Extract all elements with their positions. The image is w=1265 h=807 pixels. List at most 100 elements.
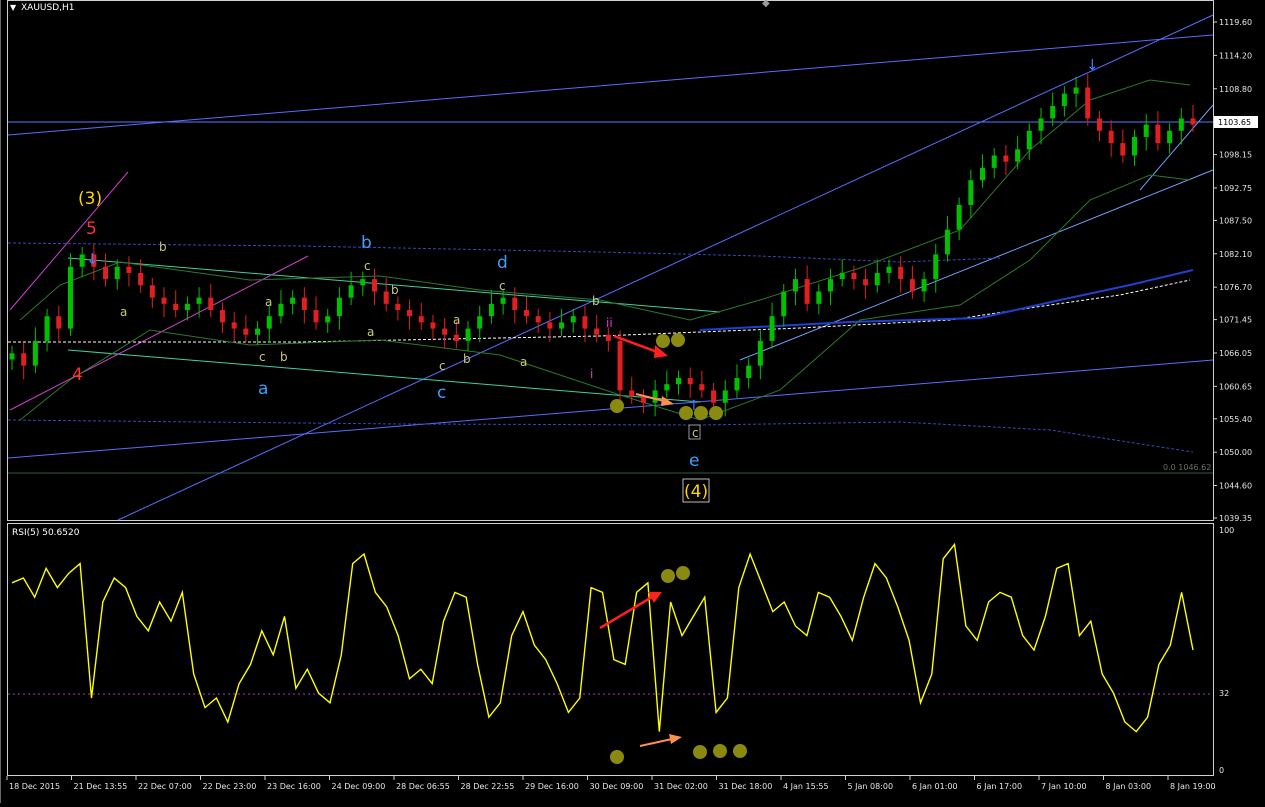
symbol-title: XAUUSD,H1 xyxy=(21,3,75,13)
bull-candle xyxy=(278,303,284,317)
time-tick-label: 18 Dec 2015 xyxy=(9,782,60,791)
divergence-dot xyxy=(713,744,727,758)
sub-c1: c xyxy=(259,350,266,364)
sub-c3: c xyxy=(439,359,446,373)
bear-candle xyxy=(442,328,448,335)
bull-candle xyxy=(570,316,576,323)
time-tick-label: 7 Jan 10:00 xyxy=(1041,782,1087,791)
bull-candle xyxy=(67,266,73,329)
bull-candle xyxy=(477,316,483,329)
bull-candle xyxy=(336,297,342,317)
bull-candle xyxy=(266,316,272,329)
band-lower-dashed xyxy=(7,419,1194,453)
bull-candle xyxy=(348,285,354,298)
lower-long-channel-line xyxy=(7,359,1214,459)
bear-candle xyxy=(1108,130,1114,144)
orange-arrowhead-icon xyxy=(669,734,682,744)
trading-chart[interactable]: ▼ XAUUSD,H1 RSI(5) 50.6520 ◆ 0.0 1046.62… xyxy=(0,0,1265,803)
bull-candle xyxy=(1167,130,1173,144)
rsi-pane-frame xyxy=(7,523,1214,776)
time-tick-label: 5 Jan 08:00 xyxy=(848,782,894,791)
wave-d-label: d xyxy=(497,253,508,273)
bull-candle xyxy=(114,266,120,280)
bear-candle xyxy=(687,378,693,385)
price-tick-label: 1098.15 xyxy=(1219,151,1252,160)
bull-candle xyxy=(488,303,494,317)
bear-candle xyxy=(605,334,611,341)
bear-candle xyxy=(395,303,401,311)
bear-candle xyxy=(56,316,62,329)
wave-labels: (3) 5 4 a b c d e (4) i ii b a a c b c b… xyxy=(72,189,710,503)
sub-b4: b xyxy=(463,352,471,366)
time-tick-label: 24 Dec 09:00 xyxy=(332,782,386,791)
time-tick-label: 4 Jan 15:55 xyxy=(783,782,829,791)
bull-candle xyxy=(886,266,892,273)
steep-up-trendline xyxy=(117,14,1214,521)
upper-long-channel-line xyxy=(7,34,1214,136)
down-arrow-icon: ↓ xyxy=(1086,56,1099,74)
rsi-tick-label: 0 xyxy=(1219,766,1224,775)
orange-divergence-arrow xyxy=(639,738,673,747)
price-tick-label: 1066.05 xyxy=(1219,349,1252,358)
wave-5-label: 5 xyxy=(86,219,97,239)
bear-candle xyxy=(301,297,307,311)
price-tick-label: 1071.45 xyxy=(1219,316,1252,325)
bear-candle xyxy=(863,279,869,286)
time-tick-label: 8 Jan 19:00 xyxy=(1170,782,1216,791)
bear-candle xyxy=(804,279,810,304)
bear-candle xyxy=(523,310,529,317)
wedge-upper-line xyxy=(1139,104,1214,191)
bear-candle xyxy=(231,322,237,329)
bear-candle xyxy=(512,297,518,311)
current-price-value: 1103.65 xyxy=(1218,118,1251,127)
bull-candle xyxy=(1015,149,1021,162)
chart-canvas: ▼ XAUUSD,H1 RSI(5) 50.6520 ◆ 0.0 1046.62… xyxy=(0,0,1258,803)
bull-candle xyxy=(1038,118,1044,131)
green-envelope-upper xyxy=(19,79,1191,321)
price-tick-label: 1060.65 xyxy=(1219,382,1252,391)
bull-candle xyxy=(816,291,822,304)
sub-a3: a xyxy=(367,325,374,339)
wave-i-label: i xyxy=(590,367,593,381)
bear-candle xyxy=(617,340,623,391)
bull-candle xyxy=(1178,118,1184,131)
triangle-bottom-line xyxy=(67,349,701,403)
bear-candle xyxy=(407,310,413,317)
time-tick-label: 29 Dec 16:00 xyxy=(525,782,579,791)
wave-3-label: (3) xyxy=(78,189,102,209)
price-tick-label: 1055.40 xyxy=(1219,415,1252,424)
price-tick-label: 1076.70 xyxy=(1219,283,1252,292)
dropdown-arrow-icon[interactable]: ▼ xyxy=(10,3,17,12)
bear-candle xyxy=(383,291,389,304)
wave-ii-label: ii xyxy=(606,316,613,330)
divergence-dot xyxy=(610,750,624,764)
sub-b1: b xyxy=(159,240,167,254)
time-tick-label: 6 Jan 17:00 xyxy=(977,782,1023,791)
bear-candle xyxy=(1085,87,1091,119)
bull-candle xyxy=(9,353,15,360)
sub-a1: a xyxy=(120,305,127,319)
bull-candle xyxy=(184,303,190,311)
bear-candle xyxy=(149,285,155,298)
wave-4-label: (4) xyxy=(684,482,708,502)
price-tick-label: 1114.20 xyxy=(1219,51,1252,60)
time-tick-label: 22 Dec 23:00 xyxy=(203,782,257,791)
sub-b5: b xyxy=(592,294,600,308)
bear-candle xyxy=(1190,118,1196,125)
bear-candle xyxy=(629,390,635,397)
bear-candle xyxy=(909,279,915,292)
bull-candle xyxy=(196,297,202,304)
bear-candle xyxy=(243,328,249,335)
rsi-tick-label: 32 xyxy=(1219,689,1229,698)
time-tick-label: 6 Jan 01:00 xyxy=(912,782,958,791)
bear-candle xyxy=(851,272,857,280)
bull-candle xyxy=(921,279,927,292)
divergence-dot xyxy=(694,406,708,420)
bear-candle xyxy=(208,297,214,311)
sub-a4: a xyxy=(453,313,460,327)
sub-c5: c xyxy=(692,426,699,440)
bear-candle xyxy=(453,334,459,341)
fib-zero-label: 0.0 1046.62 xyxy=(1163,463,1211,472)
bear-candle xyxy=(1120,143,1126,156)
candles xyxy=(9,73,1196,417)
